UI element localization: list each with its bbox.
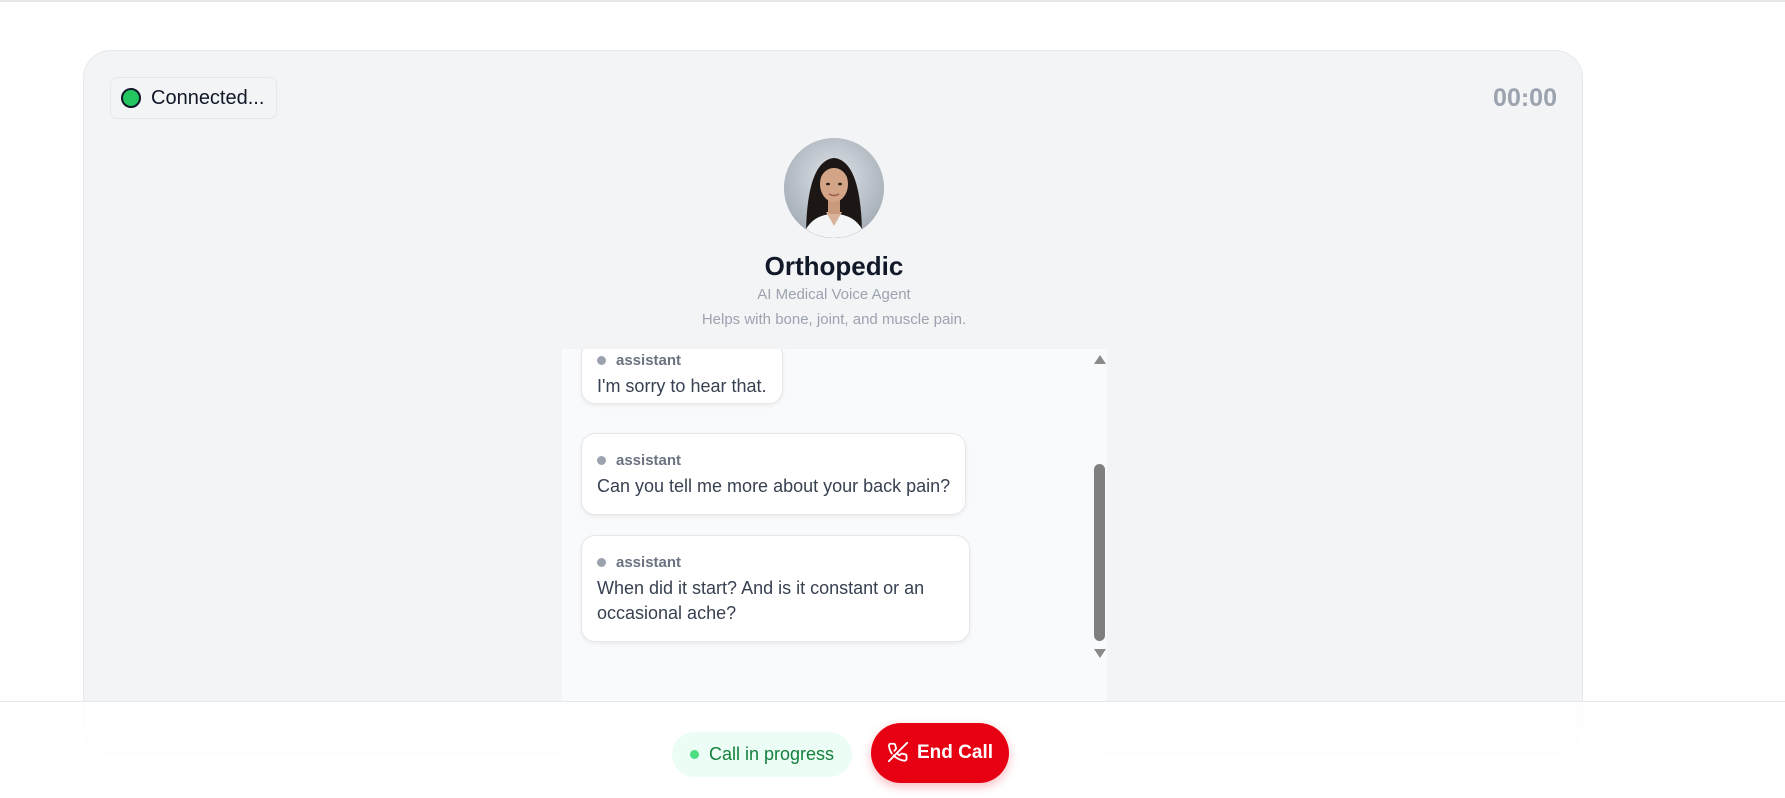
transcript-message: assistant When did it start? And is it c… (581, 535, 970, 642)
call-status-label: Call in progress (709, 744, 835, 764)
phone-off-icon (887, 741, 909, 766)
agent-name: Orthopedic (764, 251, 904, 281)
connection-status-label: Connected... (151, 86, 265, 109)
status-dot-icon (121, 88, 141, 108)
transcript-scrollbar[interactable] (1092, 349, 1107, 719)
message-text: When did it start? And is it constant or… (597, 578, 925, 623)
scrollbar-thumb[interactable] (1094, 464, 1105, 641)
end-call-label: End Call (917, 742, 994, 763)
message-text: I'm sorry to hear that. (597, 376, 767, 396)
call-timer: 00:00 (1493, 84, 1557, 112)
top-divider (0, 0, 1785, 2)
message-role: assistant (616, 451, 682, 469)
progress-dot-icon (690, 750, 699, 759)
message-role: assistant (616, 351, 682, 369)
agent-role: AI Medical Voice Agent (757, 286, 911, 303)
agent-avatar (784, 138, 884, 238)
transcript-panel[interactable]: assistant I'm sorry to hear that. assist… (562, 349, 1107, 754)
speaker-dot-icon (597, 455, 606, 465)
message-meta: assistant (597, 552, 954, 572)
connection-status: Connected... (110, 77, 278, 119)
speaker-dot-icon (597, 557, 606, 567)
scroll-up-arrow-icon[interactable] (1094, 355, 1106, 364)
call-status-badge: Call in progress (672, 732, 853, 777)
message-text: Can you tell me more about your back pai… (597, 476, 951, 496)
call-panel: Connected... 00:00 Orthopedic AI Medical… (83, 50, 1583, 755)
transcript-message: assistant Can you tell me more about you… (581, 433, 967, 515)
message-role: assistant (616, 553, 682, 571)
call-controls-bar: Call in progress End Call (0, 701, 1785, 798)
speaker-dot-icon (597, 355, 606, 365)
agent-description: Helps with bone, joint, and muscle pain. (701, 311, 967, 328)
message-meta: assistant (597, 450, 950, 470)
message-meta: assistant (597, 350, 767, 370)
end-call-button[interactable]: End Call (871, 723, 1010, 783)
transcript-message: assistant I'm sorry to hear that. (581, 349, 783, 404)
scroll-down-arrow-icon[interactable] (1094, 649, 1106, 658)
